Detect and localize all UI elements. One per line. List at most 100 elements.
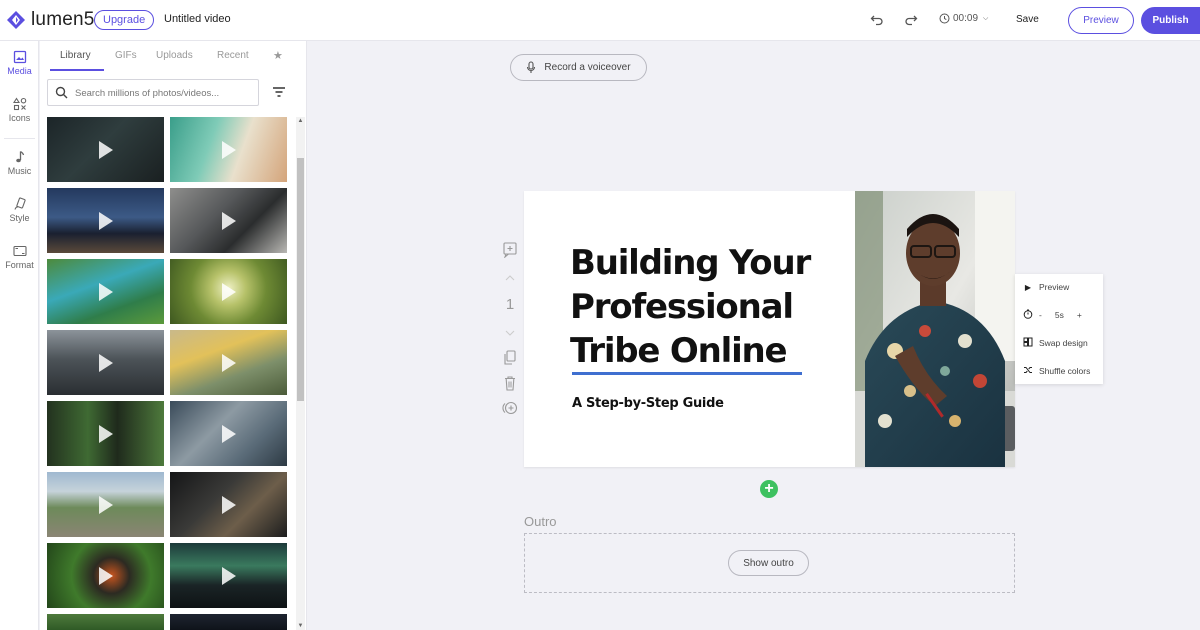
record-voiceover-button[interactable]: Record a voiceover <box>510 54 647 81</box>
stopwatch-icon <box>1023 309 1033 321</box>
media-thumbnail[interactable] <box>47 117 164 182</box>
play-icon <box>99 141 113 159</box>
undo-icon[interactable] <box>870 12 884 26</box>
media-thumbnail[interactable] <box>170 543 287 608</box>
media-thumbnail[interactable] <box>170 401 287 466</box>
search-icon <box>55 86 68 99</box>
save-button[interactable]: Save <box>1016 14 1039 25</box>
media-thumbnail[interactable] <box>47 472 164 537</box>
video-title[interactable]: Untitled video <box>164 13 231 25</box>
top-bar: lumen5 Upgrade Untitled video 00:09 ⌵ Sa… <box>0 0 1200 41</box>
outro-label: Outro <box>524 514 557 529</box>
tab-recent[interactable]: Recent <box>217 50 249 61</box>
microphone-icon <box>527 61 536 73</box>
rail-item-icons[interactable]: Icons <box>0 97 39 123</box>
move-down-icon[interactable] <box>500 325 520 341</box>
play-icon <box>222 212 236 230</box>
rail-divider <box>4 138 35 139</box>
swap-design-icon <box>1023 337 1033 349</box>
play-icon <box>222 283 236 301</box>
tab-uploads[interactable]: Uploads <box>156 50 193 61</box>
scene-slide[interactable]: Building Your Professional Tribe Online … <box>524 191 1015 467</box>
brush-icon <box>13 197 26 210</box>
slide-photo[interactable] <box>855 191 1015 467</box>
rail-item-label: Music <box>7 166 32 176</box>
search-box[interactable] <box>47 79 259 106</box>
tab-gifs[interactable]: GIFs <box>115 50 137 61</box>
title-underline <box>572 372 802 375</box>
preview-button[interactable]: Preview <box>1068 7 1134 34</box>
media-thumbnail[interactable] <box>47 401 164 466</box>
scene-context-menu: ▶ Preview - 5s + Swap design Shuffle col… <box>1015 274 1103 384</box>
duration-value: 5s <box>1054 310 1064 320</box>
media-thumbnail[interactable] <box>170 614 287 630</box>
tab-library[interactable]: Library <box>60 50 91 61</box>
play-icon: ▶ <box>1024 282 1032 292</box>
show-outro-button[interactable]: Show outro <box>728 550 809 576</box>
rail-item-style[interactable]: Style <box>0 197 39 223</box>
slide-subtitle[interactable]: A Step-by-Step Guide <box>572 396 724 411</box>
play-icon <box>99 354 113 372</box>
music-note-icon <box>15 150 24 163</box>
scroll-down-icon[interactable]: ▼ <box>297 623 304 629</box>
logo[interactable]: lumen5 <box>6 9 95 31</box>
rail-item-label: Icons <box>8 113 31 123</box>
media-thumbnail[interactable] <box>170 259 287 324</box>
search-input[interactable] <box>75 85 255 101</box>
play-icon <box>222 141 236 159</box>
media-thumbnail[interactable] <box>47 543 164 608</box>
media-thumbnail[interactable] <box>47 259 164 324</box>
duration-decrease-button[interactable]: - <box>1039 310 1042 320</box>
redo-icon[interactable] <box>904 12 918 26</box>
media-thumbnail[interactable] <box>170 117 287 182</box>
media-thumbnail[interactable] <box>170 330 287 395</box>
publish-button[interactable]: Publish <box>1141 7 1200 34</box>
context-swap-design-label: Swap design <box>1039 338 1088 348</box>
media-thumbnail[interactable] <box>170 472 287 537</box>
play-icon <box>222 425 236 443</box>
voiceover-label: Record a voiceover <box>544 62 631 73</box>
media-tabs: Library GIFs Uploads Recent ★ <box>40 41 307 71</box>
rail-item-format[interactable]: Format <box>0 244 39 270</box>
context-shuffle-colors-label: Shuffle colors <box>1039 366 1091 376</box>
add-text-icon[interactable] <box>500 242 520 258</box>
media-thumbnail[interactable] <box>47 614 164 630</box>
slide-title[interactable]: Building Your Professional Tribe Online <box>570 241 840 373</box>
scene-number: 1 <box>505 296 515 313</box>
rail-item-music[interactable]: Music <box>0 150 39 176</box>
rail-item-label: Media <box>7 66 32 76</box>
rail-item-media[interactable]: Media <box>0 50 39 76</box>
context-preview-item[interactable]: ▶ Preview <box>1015 277 1103 297</box>
add-scene-icon[interactable] <box>500 400 520 416</box>
upgrade-button[interactable]: Upgrade <box>94 10 155 30</box>
lumen5-logo-icon <box>7 11 25 29</box>
scrollbar-thumb[interactable] <box>297 158 304 401</box>
context-swap-design-item[interactable]: Swap design <box>1015 333 1103 353</box>
play-icon <box>99 283 113 301</box>
media-thumbnail[interactable] <box>47 330 164 395</box>
trash-icon[interactable] <box>500 375 520 391</box>
image-icon <box>13 50 26 64</box>
play-icon <box>222 496 236 514</box>
left-rail: Media Icons Music Style Format <box>0 41 39 630</box>
logo-text: lumen5 <box>31 9 95 30</box>
shapes-icon <box>12 97 26 111</box>
filter-icon[interactable] <box>272 86 286 98</box>
context-shuffle-colors-item[interactable]: Shuffle colors <box>1015 361 1103 381</box>
rail-item-label: Style <box>9 213 30 223</box>
media-thumbnail[interactable] <box>47 188 164 253</box>
duration-increase-button[interactable]: + <box>1077 310 1082 320</box>
duplicate-icon[interactable] <box>500 350 520 366</box>
context-duration-item: - 5s + <box>1015 305 1103 325</box>
star-icon[interactable]: ★ <box>273 49 283 62</box>
scroll-up-icon[interactable]: ▲ <box>297 118 304 124</box>
clock-icon <box>939 13 950 24</box>
play-icon <box>99 425 113 443</box>
context-preview-label: Preview <box>1039 282 1070 292</box>
move-up-icon[interactable] <box>500 270 520 286</box>
duration-timer[interactable]: 00:09 ⌵ <box>939 13 988 24</box>
media-panel: Library GIFs Uploads Recent ★ ▲ ▼ <box>40 41 307 630</box>
add-scene-button[interactable]: + <box>760 480 778 498</box>
shuffle-icon <box>1023 365 1033 377</box>
media-thumbnail[interactable] <box>170 188 287 253</box>
